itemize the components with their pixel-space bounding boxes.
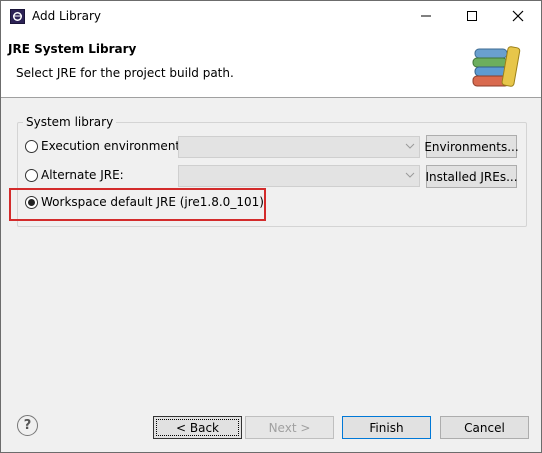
alternate-jre-radio[interactable]: [25, 169, 38, 182]
minimize-button[interactable]: [403, 1, 449, 31]
selection-highlight-box: [9, 188, 266, 221]
environments-button[interactable]: Environments...: [424, 135, 519, 158]
installed-jres-button[interactable]: Installed JREs...: [425, 165, 518, 188]
close-icon: [512, 10, 524, 22]
execution-environment-radio[interactable]: [25, 140, 38, 153]
alternate-jre-label[interactable]: Alternate JRE:: [41, 168, 124, 182]
cancel-button[interactable]: Cancel: [440, 416, 529, 439]
alternate-jre-combo[interactable]: [178, 165, 420, 187]
page-description: Select JRE for the project build path.: [16, 66, 234, 80]
minimize-icon: [421, 15, 431, 17]
close-button[interactable]: [495, 1, 541, 31]
chevron-down-icon: [405, 172, 415, 178]
page-title: JRE System Library: [8, 42, 137, 56]
header-banner: JRE System Library Select JRE for the pr…: [1, 31, 541, 98]
title-bar: Add Library: [1, 1, 541, 31]
back-button[interactable]: < Back: [153, 416, 242, 439]
maximize-icon: [467, 11, 477, 21]
eclipse-app-icon: [10, 9, 25, 24]
execution-environment-combo[interactable]: [178, 136, 420, 158]
execution-environment-label[interactable]: Execution environment:: [41, 139, 184, 153]
group-label: System library: [23, 115, 117, 129]
library-books-icon: [472, 46, 521, 87]
window-title: Add Library: [32, 9, 102, 23]
finish-button[interactable]: Finish: [342, 416, 431, 439]
maximize-button[interactable]: [449, 1, 495, 31]
next-button[interactable]: Next >: [245, 416, 334, 439]
add-library-dialog: Add Library JRE System Library Select JR…: [0, 0, 542, 453]
help-icon[interactable]: ?: [17, 415, 38, 436]
chevron-down-icon: [405, 143, 415, 149]
